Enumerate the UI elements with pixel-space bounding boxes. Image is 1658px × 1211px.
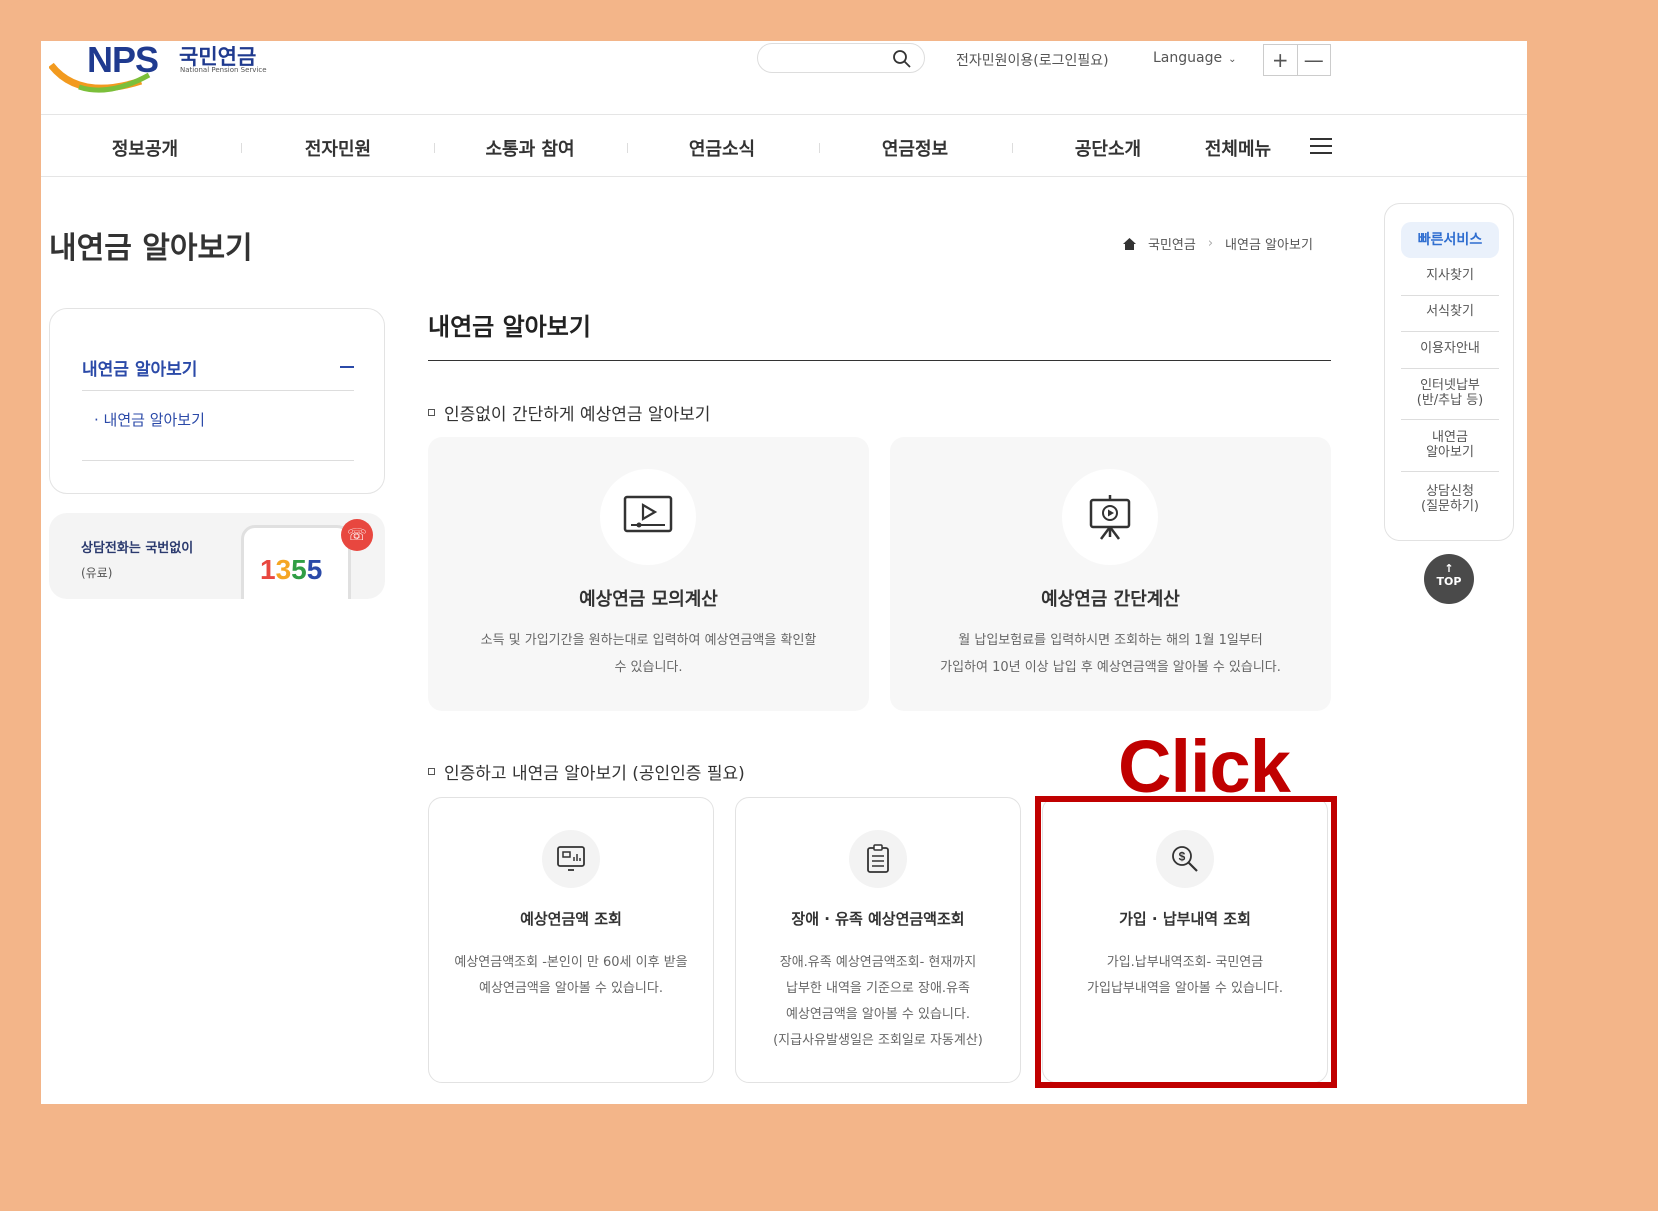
section-title-text: 인증하고 내연금 알아보기 (공인인증 필요) xyxy=(444,764,745,784)
phone-call-icon: ☏ xyxy=(341,519,373,551)
click-annotation-box xyxy=(1035,796,1337,1088)
lnb-head[interactable]: 내연금 알아보기 xyxy=(82,355,354,391)
clipboard-list-icon xyxy=(867,844,889,873)
card-description: 소득 및 가입기간을 원하는대로 입력하여 예상연금액을 확인할 수 있습니다. xyxy=(458,627,839,681)
card-description-line: 예상연금액조회 -본인이 만 60세 이후 받을 xyxy=(454,955,688,970)
call-center-number: 1355 xyxy=(260,554,322,586)
gnb-separator xyxy=(434,143,435,153)
quick-service-title: 빠른서비스 xyxy=(1401,222,1499,258)
section-title-text: 인증없이 간단하게 예상연금 알아보기 xyxy=(444,405,711,425)
gnb-item-pension-info[interactable]: 연금정보 xyxy=(835,135,995,161)
card-description: 예상연금액조회 -본인이 만 60세 이후 받을 예상연금액을 알아볼 수 있습… xyxy=(443,950,699,1002)
gnb-item-info[interactable]: 정보공개 xyxy=(65,135,225,161)
quick-item-guide[interactable]: 이용자안내 xyxy=(1401,341,1499,369)
logo-english: National Pension Service xyxy=(180,66,267,74)
quick-item-consultation[interactable]: 상담신청 (질문하기) xyxy=(1401,484,1499,520)
icon-circle xyxy=(600,469,696,565)
card-description-line: 수 있습니다. xyxy=(614,660,683,675)
phone-digit: 5 xyxy=(306,554,323,585)
call-center-banner[interactable]: 상담전화는 국번없이 (유료) 1355 ☏ xyxy=(49,513,385,599)
phone-digit: 3 xyxy=(275,554,292,585)
card-title: 예상연금 간단계산 xyxy=(1041,589,1180,610)
bullet-square-icon xyxy=(428,768,435,775)
zoom-in-button[interactable]: + xyxy=(1264,45,1298,75)
call-center-text: 상담전화는 국번없이 xyxy=(81,541,194,556)
quick-item-internet-payment[interactable]: 인터넷납부 (반/추납 등) xyxy=(1401,378,1499,420)
page-title: 내연금 알아보기 xyxy=(49,231,253,266)
simulate-pension-card[interactable]: 예상연금 모의계산 소득 및 가입기간을 원하는대로 입력하여 예상연금액을 확… xyxy=(428,437,869,711)
hamburger-menu-icon[interactable] xyxy=(1310,136,1332,156)
home-icon[interactable] xyxy=(1123,237,1136,250)
gnb-item-news[interactable]: 연금소식 xyxy=(642,135,802,161)
zoom-controls: + — xyxy=(1263,44,1331,76)
card-description-line: 예상연금액을 알아볼 수 있습니다. xyxy=(786,1007,970,1022)
quick-item-my-pension[interactable]: 내연금 알아보기 xyxy=(1401,430,1499,472)
gnb-item-community[interactable]: 소통과 참여 xyxy=(450,135,610,161)
language-select[interactable]: Language ⌄ xyxy=(1153,50,1236,66)
gnb-separator xyxy=(241,143,242,153)
gnb-separator xyxy=(819,143,820,153)
card-description-line: 가입하여 10년 이상 납입 후 예상연금액을 알아볼 수 있습니다. xyxy=(940,660,1281,675)
main-navigation: 정보공개 전자민원 소통과 참여 연금소식 연금정보 공단소개 전체메뉴 xyxy=(41,114,1527,177)
gnb-item-eservice[interactable]: 전자민원 xyxy=(258,135,418,161)
quick-item-branch[interactable]: 지사찾기 xyxy=(1401,268,1499,296)
call-center-paid: (유료) xyxy=(81,566,113,580)
collapse-icon[interactable] xyxy=(340,366,354,368)
card-description-line: 예상연금액을 알아볼 수 있습니다. xyxy=(479,981,663,996)
chevron-right-icon: › xyxy=(1207,236,1214,251)
logo-brand: NPS xyxy=(87,41,159,80)
lnb-head-label: 내연금 알아보기 xyxy=(82,360,198,380)
card-description-line: 월 납입보험료를 입력하시면 조회하는 해의 1월 1일부터 xyxy=(958,633,1263,648)
bullet-square-icon xyxy=(428,409,435,416)
monitor-chart-icon xyxy=(557,846,585,871)
section-title-no-auth: 인증없이 간단하게 예상연금 알아보기 xyxy=(428,400,710,425)
card-description: 월 납입보험료를 입력하시면 조회하는 해의 1월 1일부터 가입하여 10년 … xyxy=(920,627,1301,681)
card-title: 예상연금 모의계산 xyxy=(579,589,718,610)
nps-logo[interactable]: NPS 국민연금 National Pension Service xyxy=(49,41,289,97)
phone-digit: 5 xyxy=(291,554,307,585)
search-icon[interactable] xyxy=(892,49,912,69)
gnb-separator xyxy=(627,143,628,153)
presentation-board-icon xyxy=(1089,495,1131,540)
disability-survivor-pension-card[interactable]: 장애 · 유족 예상연금액조회 장애.유족 예상연금액조회- 현재까지 납부한 … xyxy=(735,797,1021,1083)
card-description: 장애.유족 예상연금액조회- 현재까지 납부한 내역을 기준으로 장애.유족 예… xyxy=(750,950,1006,1054)
icon-circle xyxy=(542,830,600,888)
card-title: 장애 · 유족 예상연금액조회 xyxy=(791,910,965,928)
search-input[interactable] xyxy=(757,43,925,73)
breadcrumb-home[interactable]: 국민연금 xyxy=(1148,234,1196,253)
gnb-item-about[interactable]: 공단소개 xyxy=(1028,135,1188,161)
language-label: Language xyxy=(1153,50,1223,66)
card-description-line: 장애.유족 예상연금액조회- 현재까지 xyxy=(779,955,977,970)
quick-item-forms[interactable]: 서식찾기 xyxy=(1401,304,1499,332)
content-title: 내연금 알아보기 xyxy=(428,313,591,341)
simple-pension-card[interactable]: 예상연금 간단계산 월 납입보험료를 입력하시면 조회하는 해의 1월 1일부터… xyxy=(890,437,1331,711)
all-menu-button[interactable]: 전체메뉴 xyxy=(1183,135,1293,161)
phone-digit: 1 xyxy=(260,554,276,585)
icon-circle xyxy=(849,830,907,888)
scroll-top-button[interactable]: ↑ TOP xyxy=(1424,554,1474,604)
breadcrumb-current[interactable]: 내연금 알아보기 xyxy=(1225,234,1313,253)
card-description-line: (지급사유발생일은 조회일로 자동계산) xyxy=(773,1033,983,1048)
lnb-sub-item[interactable]: · 내연금 알아보기 xyxy=(82,409,354,461)
phone-image: 1355 xyxy=(241,525,351,599)
zoom-out-button[interactable]: — xyxy=(1298,45,1331,75)
section-title-auth: 인증하고 내연금 알아보기 (공인인증 필요) xyxy=(428,759,745,784)
card-description-line: 납부한 내역을 기준으로 장애.유족 xyxy=(786,981,970,996)
quick-service-panel: 빠른서비스 지사찾기 서식찾기 이용자안내 인터넷납부 (반/추납 등) 내연금… xyxy=(1384,203,1514,541)
card-title: 예상연금액 조회 xyxy=(520,910,622,928)
chevron-down-icon: ⌄ xyxy=(1228,54,1237,65)
scroll-top-label: TOP xyxy=(1436,575,1462,588)
gnb-separator xyxy=(1012,143,1013,153)
side-navigation: 내연금 알아보기 · 내연금 알아보기 xyxy=(49,308,385,494)
breadcrumb: 국민연금 › 내연금 알아보기 xyxy=(1123,234,1313,253)
arrow-up-icon: ↑ xyxy=(1444,562,1454,575)
card-description-line: 소득 및 가입기간을 원하는대로 입력하여 예상연금액을 확인할 xyxy=(480,633,817,648)
icon-circle xyxy=(1062,469,1158,565)
video-play-icon xyxy=(623,495,673,533)
expected-pension-card[interactable]: 예상연금액 조회 예상연금액조회 -본인이 만 60세 이후 받을 예상연금액을… xyxy=(428,797,714,1083)
content-divider xyxy=(428,360,1331,361)
login-link[interactable]: 전자민원이용(로그인필요) xyxy=(956,50,1109,70)
